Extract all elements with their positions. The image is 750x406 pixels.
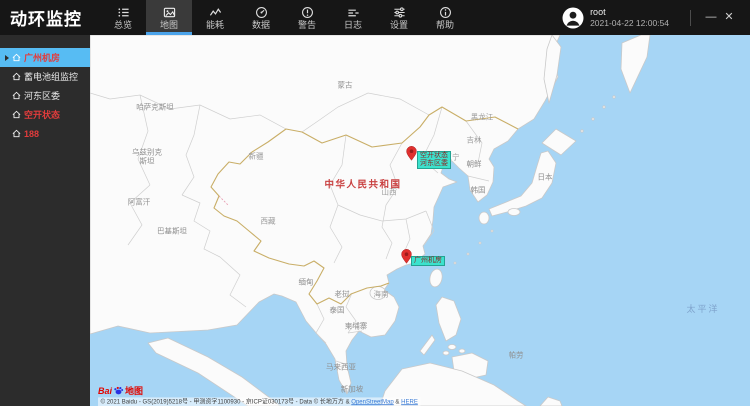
header-bar: 动环监控 总览 地图 能耗 数据 警告 日志 设置 帮助 root 2021-04-22 12…	[0, 0, 750, 35]
tab-label: 地图	[159, 19, 178, 30]
header-right: root 2021-04-22 12:00:54 — ✕	[562, 0, 750, 35]
sidebar-item-label: 蓄电池组监控	[24, 72, 79, 82]
tab-overview[interactable]: 总览	[100, 0, 146, 35]
tab-label: 帮助	[435, 19, 454, 30]
help-icon	[439, 6, 452, 19]
sidebar-item-battery-monitor[interactable]: 蓄电池组监控	[0, 67, 90, 86]
tab-logs[interactable]: 日志	[330, 0, 376, 35]
sidebar-item-site-188[interactable]: 188	[0, 124, 90, 143]
attribution-link-here[interactable]: HERE	[401, 399, 418, 405]
active-tab-indicator	[146, 32, 192, 35]
sidebar-item-label: 河东区委	[24, 91, 61, 101]
user-meta: root 2021-04-22 12:00:54	[590, 7, 669, 28]
minimize-button[interactable]: —	[702, 0, 720, 35]
expand-arrow-icon	[5, 54, 12, 61]
tab-energy[interactable]: 能耗	[192, 0, 238, 35]
sidebar-item-label: 空开状态	[24, 110, 61, 120]
tab-label: 总览	[113, 19, 132, 30]
map-image-icon	[163, 6, 176, 19]
house-icon	[12, 91, 21, 100]
map-pin-icon[interactable]	[406, 146, 417, 161]
sidebar-item-guangzhou-room[interactable]: 广州机房	[0, 48, 90, 67]
gauge-icon	[255, 6, 268, 19]
alarm-icon	[301, 6, 314, 19]
marker-guangzhou-label[interactable]: 广州机房	[411, 256, 445, 266]
tab-alerts[interactable]: 警告	[284, 0, 330, 35]
main-nav: 总览 地图 能耗 数据 警告 日志 设置 帮助	[100, 0, 468, 35]
baidu-paw-icon	[114, 386, 124, 395]
tab-label: 数据	[251, 19, 270, 30]
tab-map[interactable]: 地图	[146, 0, 192, 35]
attribution-text: © 2021 Baidu - GS(2019)5218号 - 甲测资字11009…	[100, 399, 352, 406]
settings-icon	[393, 6, 406, 19]
map-canvas[interactable]	[90, 35, 750, 406]
app-title: 动环监控	[10, 10, 82, 29]
energy-pulse-icon	[209, 6, 222, 19]
attribution-link-openstreetmap[interactable]: OpenStreetMap	[351, 399, 394, 405]
tab-label: 设置	[389, 19, 408, 30]
tab-label: 警告	[297, 19, 316, 30]
tab-help[interactable]: 帮助	[422, 0, 468, 35]
tab-settings[interactable]: 设置	[376, 0, 422, 35]
sidebar-item-label: 188	[24, 128, 40, 139]
map-attribution: © 2021 Baidu - GS(2019)5218号 - 甲测资字11009…	[98, 397, 421, 406]
sidebar-item-hedong-district[interactable]: 河东区委	[0, 86, 90, 105]
tab-label: 能耗	[205, 19, 224, 30]
app-window: 动环监控 总览 地图 能耗 数据 警告 日志 设置 帮助 root 2021-04-22 12…	[0, 0, 750, 406]
tab-data[interactable]: 数据	[238, 0, 284, 35]
sidebar-item-breaker-status[interactable]: 空开状态	[0, 105, 90, 124]
house-icon	[12, 72, 21, 81]
house-icon	[12, 110, 21, 119]
site-sidebar: 广州机房蓄电池组监控 河东区委空开状态 188	[0, 35, 90, 406]
user-avatar-icon[interactable]	[562, 7, 584, 29]
user-name: root	[590, 7, 606, 17]
house-icon	[12, 129, 21, 138]
marker-hedong-label[interactable]: 空开状态 河东区委	[417, 151, 451, 169]
close-button[interactable]: ✕	[720, 0, 738, 35]
baidu-logo: Bai 地图	[98, 385, 144, 397]
window-controls-divider	[690, 9, 691, 26]
list-icon	[117, 6, 130, 19]
login-datetime: 2021-04-22 12:00:54	[590, 18, 669, 28]
log-icon	[347, 6, 360, 19]
sidebar-item-label: 广州机房	[24, 53, 61, 63]
house-icon	[12, 53, 21, 62]
tab-label: 日志	[343, 19, 362, 30]
map-view[interactable]: 哈萨克斯坦 乌兹别克 斯坦 阿富汗 巴基斯坦 蒙古 新疆 西藏 中华人民共和国 山西 黑龙江 吉林辽…	[90, 35, 750, 406]
